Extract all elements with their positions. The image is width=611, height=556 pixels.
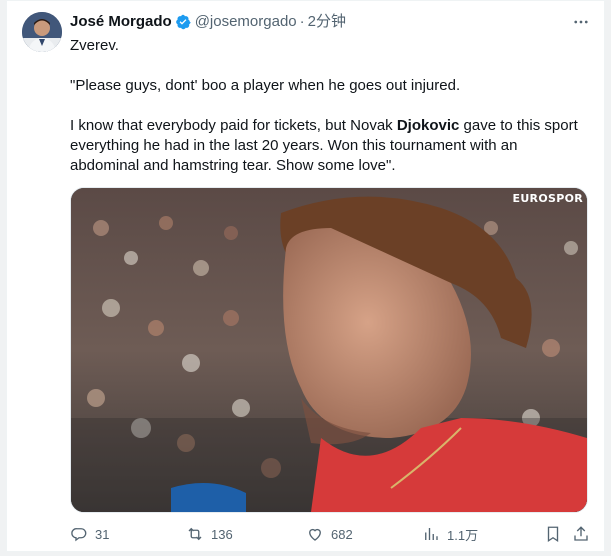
share-icon bbox=[574, 526, 588, 541]
reply-button[interactable]: 31 bbox=[70, 523, 109, 545]
avatar[interactable] bbox=[22, 12, 62, 52]
views-count: 1.1万 bbox=[447, 527, 479, 543]
retweet-button[interactable]: 136 bbox=[186, 523, 233, 545]
photo-icon bbox=[71, 188, 587, 512]
tweet-paragraph-2: I know that everybody paid for tickets, … bbox=[70, 116, 590, 176]
like-button[interactable]: 682 bbox=[306, 523, 353, 545]
timestamp[interactable]: 2分钟 bbox=[308, 13, 346, 31]
separator-dot: · bbox=[299, 13, 305, 30]
author-name[interactable]: José Morgado bbox=[70, 13, 172, 31]
views-chart-icon bbox=[425, 528, 438, 540]
tweet-line-1: Zverev. bbox=[70, 37, 119, 54]
retweet-count: 136 bbox=[211, 526, 233, 542]
tweet-quote-intro: "Please guys, dont' boo a player when he… bbox=[70, 77, 461, 94]
para2-before: I know that everybody paid for tickets, … bbox=[70, 117, 397, 134]
tweet-actions: 31 136 682 1.1万 bbox=[70, 523, 590, 545]
more-options-icon[interactable] bbox=[572, 13, 590, 31]
tweet-card[interactable]: José Morgado @josemorgado · 2分钟 Zverev. … bbox=[6, 0, 605, 552]
author-handle[interactable]: @josemorgado bbox=[195, 13, 297, 31]
bold-name: Djokovic bbox=[396, 117, 460, 134]
reply-icon bbox=[71, 528, 87, 542]
like-count: 682 bbox=[331, 526, 353, 542]
verified-badge-icon bbox=[175, 14, 191, 30]
tweet-text: Zverev. "Please guys, dont' boo a player… bbox=[70, 36, 590, 176]
bookmark-button[interactable] bbox=[544, 523, 562, 545]
share-button[interactable] bbox=[572, 523, 590, 545]
heart-icon bbox=[309, 528, 321, 541]
tweet-media-photo[interactable]: EUROSPOR bbox=[70, 187, 588, 513]
bookmark-icon bbox=[547, 526, 559, 543]
retweet-icon bbox=[188, 527, 202, 541]
reply-count: 31 bbox=[95, 526, 110, 542]
views-button[interactable]: 1.1万 bbox=[422, 523, 478, 545]
tweet-header: José Morgado @josemorgado · 2分钟 bbox=[70, 13, 346, 31]
media-watermark: EUROSPOR bbox=[512, 192, 583, 205]
